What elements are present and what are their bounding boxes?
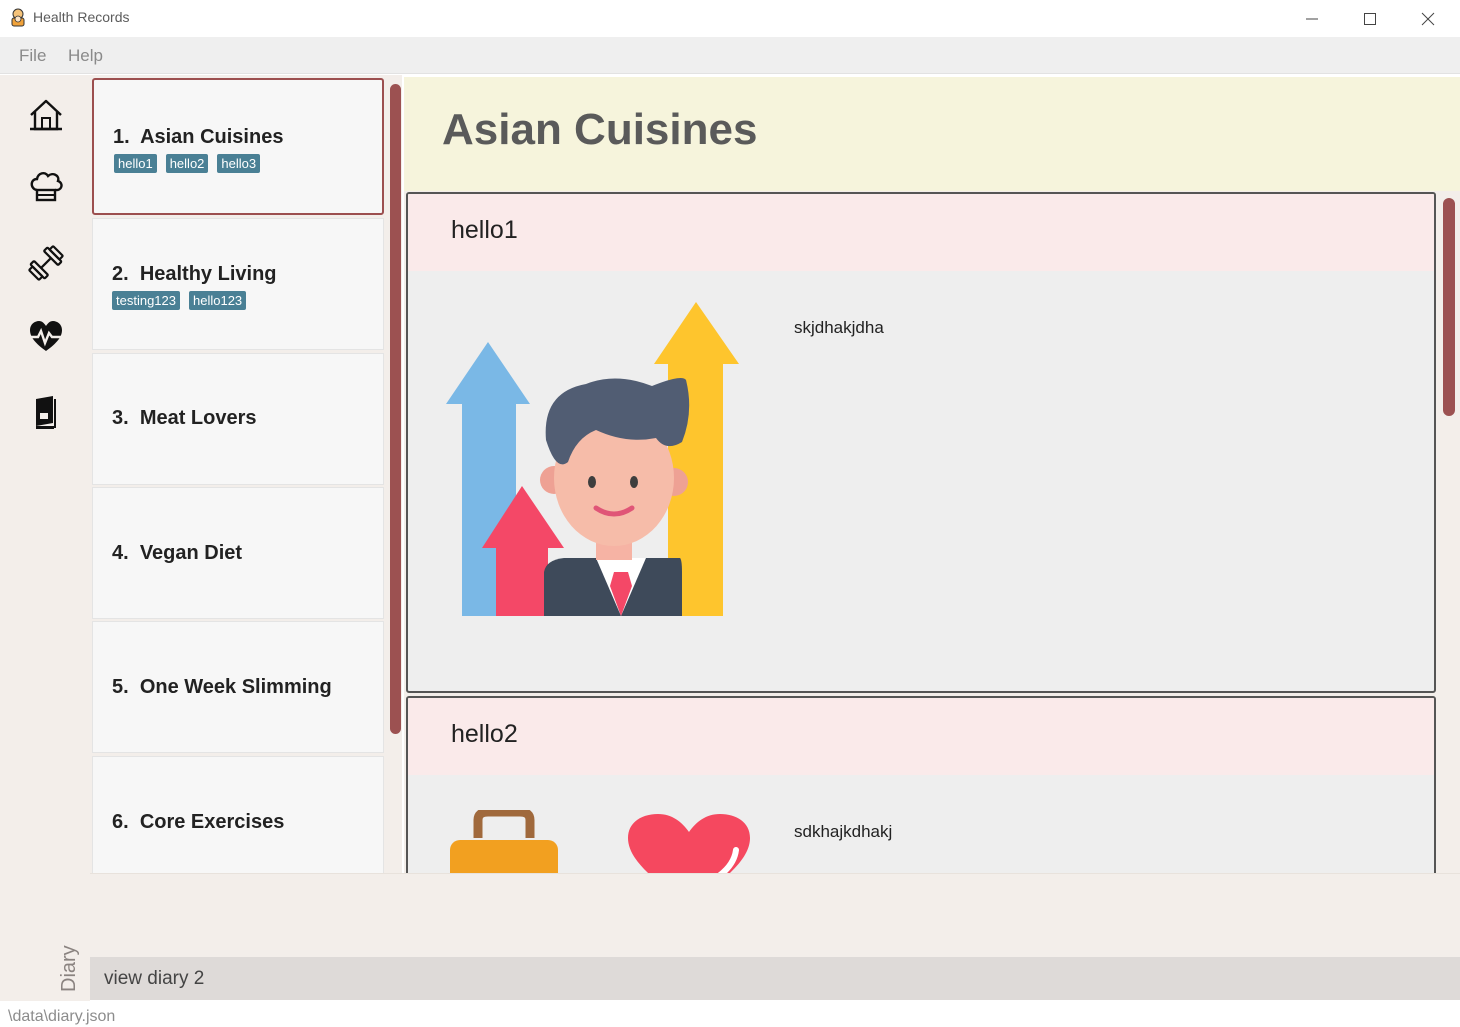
home-icon[interactable] (27, 96, 65, 134)
list-item[interactable]: 6. Core Exercises (92, 756, 384, 873)
data-file-path: \data\diary.json (8, 1008, 116, 1025)
list-item-title: 1. Asian Cuisines (113, 126, 284, 148)
list-item[interactable]: 3. Meat Lovers (92, 353, 384, 485)
heartbeat-icon[interactable] (27, 318, 65, 356)
list-item-title: 6. Core Exercises (112, 811, 285, 833)
minimize-button[interactable] (1283, 0, 1341, 37)
menu-help[interactable]: Help (68, 46, 103, 66)
entry-title: hello1 (451, 216, 518, 244)
tag: hello1 (114, 154, 157, 173)
window-title: Health Records (33, 9, 130, 25)
detail-header: Asian Cuisines (404, 77, 1460, 191)
diary-detail-panel: Asian Cuisines hello1 skjdhakjdha hello2… (404, 77, 1460, 873)
command-input[interactable]: view diary 2 (90, 957, 1460, 1000)
command-input-value[interactable]: view diary 2 (104, 968, 204, 990)
tag: hello123 (189, 291, 247, 310)
list-item[interactable]: 5. One Week Slimming (92, 621, 384, 753)
entry-header: hello2 (408, 698, 1434, 775)
entry-text: skjdhakjdha (794, 318, 884, 337)
close-button[interactable] (1399, 0, 1457, 37)
tag: hello2 (165, 154, 209, 173)
list-item-title: 5. One Week Slimming (112, 676, 332, 698)
diary-entry[interactable]: hello1 skjdhakjdha (406, 192, 1436, 693)
entry-header: hello1 (408, 194, 1434, 271)
medical-bag-illustration (450, 810, 558, 873)
tag: hello3 (217, 154, 261, 173)
detail-scrollbar-thumb[interactable] (1443, 198, 1455, 416)
diary-entry[interactable]: hello2 sdkhajkdhakj (406, 696, 1436, 873)
diary-book-icon[interactable] (27, 393, 65, 431)
close-icon (1421, 12, 1435, 25)
status-bar: \data\diary.json (0, 1001, 1460, 1027)
heart-illustration (628, 814, 750, 873)
tag-list: testing123 hello123 (112, 291, 247, 310)
dumbbell-icon[interactable] (27, 244, 65, 282)
list-scrollbar-thumb[interactable] (390, 84, 401, 734)
list-item[interactable]: 2. Healthy Living testing123 hello123 (92, 218, 384, 350)
result-display (90, 873, 1460, 957)
growth-businessman-illustration (446, 302, 739, 616)
list-item-title: 3. Meat Lovers (112, 407, 257, 429)
maximize-icon (1364, 12, 1376, 25)
sidebar-section-label: Diary (58, 945, 80, 992)
list-item[interactable]: 4. Vegan Diet (92, 487, 384, 619)
minimize-icon (1306, 18, 1318, 19)
diary-list: 1. Asian Cuisines hello1 hello2 hello3 2… (90, 75, 402, 873)
tag: testing123 (112, 291, 180, 310)
maximize-button[interactable] (1341, 0, 1399, 37)
navigation-sidebar (0, 75, 90, 1001)
entry-text: sdkhajkdhakj (794, 822, 893, 841)
menu-file[interactable]: File (19, 46, 46, 66)
tag-list: hello1 hello2 hello3 (114, 154, 261, 173)
entry-title: hello2 (451, 720, 518, 748)
list-item-title: 2. Healthy Living (112, 263, 277, 285)
title-bar: Health Records (0, 0, 1460, 37)
list-item-title: 4. Vegan Diet (112, 542, 243, 564)
page-title: Asian Cuisines (442, 105, 758, 154)
menu-bar: File Help (0, 37, 1460, 74)
chef-hat-icon[interactable] (27, 168, 65, 206)
app-chef-icon (11, 8, 25, 27)
list-item[interactable]: 1. Asian Cuisines hello1 hello2 hello3 (92, 78, 384, 215)
